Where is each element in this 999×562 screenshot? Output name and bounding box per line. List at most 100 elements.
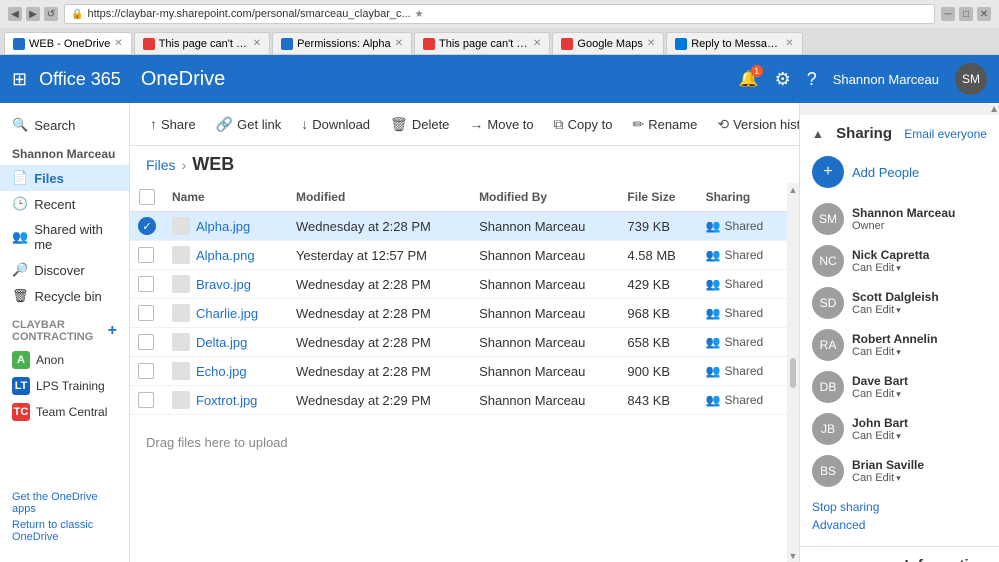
role-chevron[interactable]: ▾: [896, 389, 901, 400]
add-people-label[interactable]: Add People: [852, 165, 919, 180]
panel-scroll-up[interactable]: ▲: [989, 104, 999, 115]
rename-button[interactable]: ✏ Rename: [624, 112, 705, 137]
sidebar-item-recent[interactable]: 🕒 Recent: [0, 191, 129, 217]
row-check[interactable]: [130, 241, 164, 270]
browser-forward[interactable]: ▶: [26, 7, 40, 21]
move-to-button[interactable]: → Move to: [461, 112, 541, 136]
info-collapse[interactable]: ▲: [812, 559, 824, 562]
file-name-text[interactable]: Delta.jpg: [196, 335, 247, 350]
row-check[interactable]: [130, 299, 164, 328]
settings-icon[interactable]: ⚙: [775, 69, 791, 90]
sidebar-group-team[interactable]: TC Team Central: [0, 399, 129, 425]
add-group-icon[interactable]: +: [108, 322, 117, 340]
role-chevron[interactable]: ▾: [896, 473, 901, 484]
browser-minimize[interactable]: ─: [941, 7, 955, 21]
vertical-scrollbar[interactable]: ▲ ▼: [787, 183, 799, 562]
file-name-text[interactable]: Foxtrot.jpg: [196, 393, 257, 408]
tab-maps[interactable]: Google Maps ✕: [552, 32, 664, 54]
share-button[interactable]: ↑ Share: [142, 112, 204, 136]
file-name-text[interactable]: Charlie.jpg: [196, 306, 258, 321]
row-check[interactable]: [130, 328, 164, 357]
role-chevron[interactable]: ▾: [896, 431, 901, 442]
sidebar-item-shared[interactable]: 👥 Shared with me: [0, 217, 129, 257]
table-row[interactable]: Bravo.jpg Wednesday at 2:28 PM Shannon M…: [130, 270, 787, 299]
person-role[interactable]: Can Edit ▾: [852, 346, 938, 358]
row-name[interactable]: Foxtrot.jpg: [164, 386, 288, 415]
role-chevron[interactable]: ▾: [896, 305, 901, 316]
scroll-up[interactable]: ▲: [789, 185, 798, 195]
browser-close[interactable]: ✕: [977, 7, 991, 21]
scroll-down[interactable]: ▼: [789, 551, 798, 561]
footer-link-apps[interactable]: Get the OneDrive apps: [12, 491, 117, 515]
col-check[interactable]: [130, 183, 164, 212]
get-link-button[interactable]: 🔗 Get link: [208, 112, 290, 137]
role-chevron[interactable]: ▾: [896, 347, 901, 358]
tab-close[interactable]: ✕: [114, 38, 122, 49]
col-filesize[interactable]: File Size: [619, 183, 697, 212]
row-name[interactable]: Echo.jpg: [164, 357, 288, 386]
sidebar-group-lps[interactable]: LT LPS Training: [0, 373, 129, 399]
address-bar[interactable]: 🔒 https://claybar-my.sharepoint.com/pers…: [64, 4, 935, 24]
tab-onedrive[interactable]: WEB - OneDrive ✕: [4, 32, 132, 54]
table-row[interactable]: Delta.jpg Wednesday at 2:28 PM Shannon M…: [130, 328, 787, 357]
row-check[interactable]: [130, 386, 164, 415]
breadcrumb-files[interactable]: Files: [146, 157, 176, 173]
row-name[interactable]: Delta.jpg: [164, 328, 288, 357]
tab-close[interactable]: ✕: [533, 38, 541, 49]
row-name[interactable]: Charlie.jpg: [164, 299, 288, 328]
table-row[interactable]: ✓ Alpha.jpg Wednesday at 2:28 PM Shannon…: [130, 212, 787, 241]
footer-link-classic[interactable]: Return to classic OneDrive: [12, 519, 117, 543]
row-check[interactable]: [130, 357, 164, 386]
tab-close[interactable]: ✕: [253, 38, 261, 49]
tab-cantdisp1[interactable]: This page can't be disp... ✕: [134, 32, 270, 54]
file-name-text[interactable]: Alpha.jpg: [196, 219, 250, 234]
role-chevron[interactable]: ▾: [896, 263, 901, 274]
browser-back[interactable]: ◀: [8, 7, 22, 21]
tab-close[interactable]: ✕: [647, 38, 655, 49]
user-name[interactable]: Shannon Marceau: [833, 72, 939, 87]
tab-close[interactable]: ✕: [395, 38, 403, 49]
person-role[interactable]: Owner: [852, 220, 955, 232]
col-sharing[interactable]: Sharing: [698, 183, 787, 212]
stop-sharing-link[interactable]: Stop sharing: [812, 500, 987, 514]
scroll-thumb[interactable]: [790, 358, 796, 388]
sidebar-item-discover[interactable]: 🔎 Discover: [0, 257, 129, 283]
col-name[interactable]: Name: [164, 183, 288, 212]
download-button[interactable]: ↓ Download: [293, 112, 378, 136]
col-modified[interactable]: Modified: [288, 183, 471, 212]
col-modified-by[interactable]: Modified By: [471, 183, 619, 212]
file-name-text[interactable]: Bravo.jpg: [196, 277, 251, 292]
row-name[interactable]: Alpha.png: [164, 241, 288, 270]
sidebar-group-anon[interactable]: A Anon: [0, 347, 129, 373]
person-role[interactable]: Can Edit ▾: [852, 472, 924, 484]
user-avatar[interactable]: SM: [955, 63, 987, 95]
copy-to-button[interactable]: ⧉ Copy to: [546, 112, 621, 137]
row-name[interactable]: Bravo.jpg: [164, 270, 288, 299]
browser-maximize[interactable]: □: [959, 7, 973, 21]
person-role[interactable]: Can Edit ▾: [852, 430, 908, 442]
file-name-text[interactable]: Echo.jpg: [196, 364, 247, 379]
person-role[interactable]: Can Edit ▾: [852, 262, 929, 274]
add-people-button[interactable]: +: [812, 156, 844, 188]
tab-close[interactable]: ✕: [785, 38, 793, 49]
advanced-link[interactable]: Advanced: [812, 518, 987, 532]
sidebar-item-files[interactable]: 📄 Files: [0, 165, 129, 191]
table-row[interactable]: Charlie.jpg Wednesday at 2:28 PM Shannon…: [130, 299, 787, 328]
tab-permissions[interactable]: Permissions: Alpha ✕: [272, 32, 412, 54]
tab-outlook[interactable]: Reply to Message - Po... ✕: [666, 32, 802, 54]
sharing-collapse[interactable]: ▲: [812, 127, 824, 141]
search-button[interactable]: 🔍 Search: [0, 111, 129, 139]
version-history-button[interactable]: ⟲ Version history: [709, 112, 799, 137]
email-everyone-link[interactable]: Email everyone: [904, 127, 987, 141]
table-row[interactable]: Alpha.png Yesterday at 12:57 PM Shannon …: [130, 241, 787, 270]
tab-cantdisp2[interactable]: This page can't be disp... ✕: [414, 32, 550, 54]
sidebar-item-recycle[interactable]: 🗑 Recycle bin: [0, 283, 129, 309]
help-icon[interactable]: ?: [807, 69, 817, 90]
row-check[interactable]: [130, 270, 164, 299]
table-row[interactable]: Echo.jpg Wednesday at 2:28 PM Shannon Ma…: [130, 357, 787, 386]
person-role[interactable]: Can Edit ▾: [852, 388, 908, 400]
row-check[interactable]: ✓: [130, 212, 164, 241]
file-name-text[interactable]: Alpha.png: [196, 248, 255, 263]
delete-button[interactable]: 🗑 Delete: [382, 112, 457, 137]
notification-bell[interactable]: 🔔 1: [739, 69, 759, 89]
